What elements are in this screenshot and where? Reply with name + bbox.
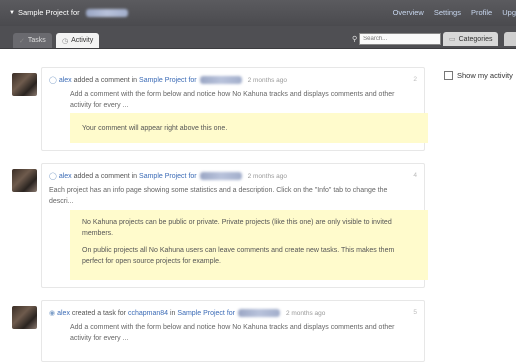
activity-meta: ◯ alex added a comment in Sample Project …	[49, 172, 287, 181]
show-my-activity-checkbox[interactable]	[444, 71, 453, 80]
activity-item: ◉ alex created a task for cchapman84 in S…	[12, 300, 425, 362]
project-title: Sample Project for	[17, 8, 80, 17]
activity-verb: added a comment in	[73, 173, 138, 180]
comment-quote: No Kahuna projects can be public or priv…	[70, 210, 428, 280]
timestamp: 2 months ago	[285, 310, 326, 317]
comment-icon: ◯	[49, 77, 57, 84]
actor-link[interactable]: alex	[59, 173, 72, 180]
activity-item: ◯ alex added a comment in Sample Project …	[12, 67, 428, 151]
activity-meta: ◉ alex created a task for cchapman84 in S…	[49, 309, 326, 318]
activity-body: Add a comment with the form below and no…	[70, 91, 395, 109]
activity-feed: ◯ alex added a comment in Sample Project …	[0, 48, 430, 362]
tab-categories-label: Categories	[458, 35, 493, 43]
comment-icon: ◯	[49, 173, 57, 180]
quote-paragraph: No Kahuna projects can be public or priv…	[82, 219, 392, 237]
activity-verb: created a task for	[71, 310, 126, 317]
activity-verb: added a comment in	[73, 77, 138, 84]
item-number: 2	[413, 76, 417, 83]
tab-activity-label: Activity	[71, 37, 94, 44]
activity-meta: ◯ alex added a comment in Sample Project …	[49, 76, 287, 85]
tab-tasks[interactable]: ✓ Tasks	[13, 33, 52, 48]
tab-tasks-label: Tasks	[27, 37, 46, 44]
top-bar: ▼ Sample Project for Overview Settings P…	[0, 0, 516, 26]
search: ⚲	[352, 33, 442, 45]
tab-activity[interactable]: ◷ Activity	[56, 33, 100, 48]
top-nav: Overview Settings Profile Upg	[393, 8, 516, 17]
activity-preposition: in	[170, 310, 176, 317]
timestamp: 2 months ago	[247, 77, 287, 84]
tab-categories[interactable]: ▭ Categories	[443, 32, 499, 46]
comment-quote: Your comment will appear right above thi…	[70, 113, 428, 143]
clock-icon: ◷	[62, 37, 69, 45]
show-my-activity-label: Show my activity	[457, 71, 513, 80]
check-icon: ✓	[19, 37, 25, 45]
project-switcher[interactable]: ▼ Sample Project for	[9, 8, 128, 17]
item-number: 4	[413, 172, 417, 179]
quote-text: Your comment will appear right above thi…	[82, 124, 228, 132]
avatar	[12, 73, 37, 96]
nav-profile[interactable]: Profile	[471, 8, 492, 17]
project-link[interactable]: Sample Project for	[139, 77, 197, 84]
activity-body: Add a comment with the form below and no…	[70, 324, 395, 342]
project-link[interactable]: Sample Project for	[139, 173, 197, 180]
tab-bar: ✓ Tasks ◷ Activity ⚲ ▭ Categories	[0, 26, 516, 49]
nav-overview[interactable]: Overview	[393, 8, 424, 17]
timestamp: 2 months ago	[247, 173, 287, 180]
show-my-activity[interactable]: Show my activity	[444, 71, 513, 80]
avatar	[12, 169, 37, 192]
item-number: 5	[413, 309, 417, 316]
avatar	[12, 306, 37, 329]
assignee-link[interactable]: cchapman84	[128, 310, 168, 317]
tab-more[interactable]	[504, 32, 516, 46]
redacted-username	[85, 8, 128, 17]
nav-upgrade[interactable]: Upg	[502, 8, 516, 17]
project-link[interactable]: Sample Project for	[177, 310, 235, 317]
nav-settings[interactable]: Settings	[434, 8, 461, 17]
search-icon: ⚲	[352, 36, 358, 43]
search-input[interactable]	[359, 33, 442, 45]
redacted-username	[199, 172, 242, 181]
actor-link[interactable]: alex	[57, 310, 70, 317]
activity-item: ◯ alex added a comment in Sample Project …	[12, 163, 428, 288]
redacted-username	[238, 309, 280, 318]
actor-link[interactable]: alex	[59, 77, 72, 84]
activity-body: Each project has an info page showing so…	[49, 187, 388, 205]
folder-icon: ▭	[449, 36, 456, 43]
task-icon: ◉	[49, 310, 56, 317]
quote-paragraph: On public projects all No Kahuna users c…	[82, 247, 395, 265]
triangle-down-icon: ▼	[9, 9, 15, 16]
redacted-username	[199, 76, 242, 85]
